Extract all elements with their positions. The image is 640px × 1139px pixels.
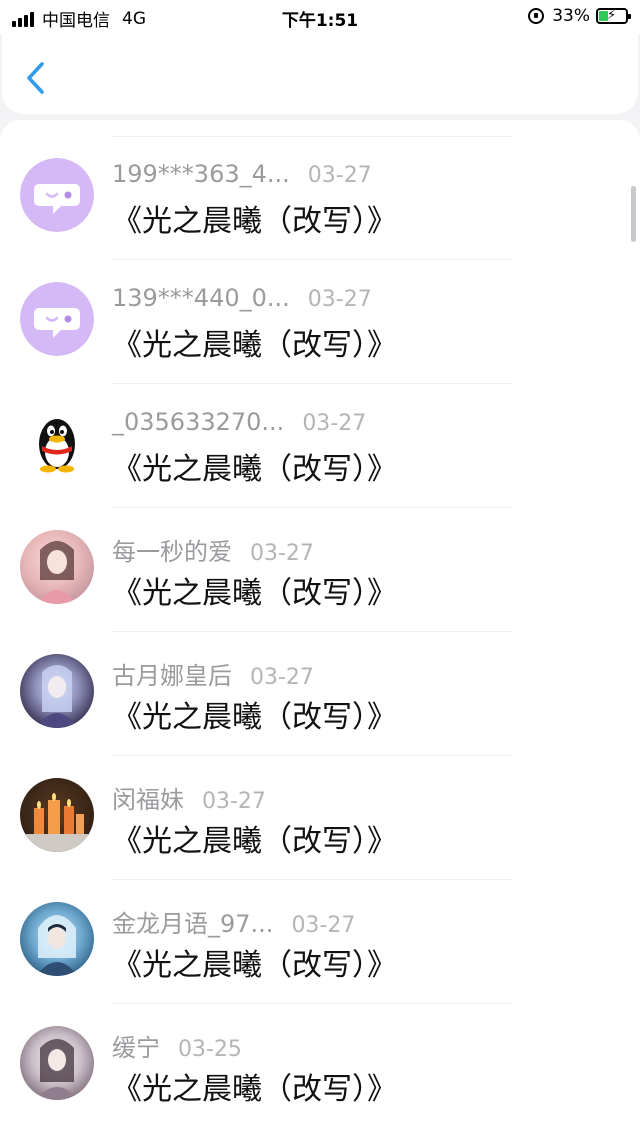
book-title[interactable]: 《光之晨曦（改写）》 [112, 196, 397, 240]
avatar[interactable] [20, 530, 94, 604]
back-chevron-icon[interactable] [22, 60, 52, 96]
date: 03-27 [250, 541, 314, 566]
battery-icon: ⚡ [596, 8, 631, 24]
item-meta: 闵福妹 03-27 [112, 780, 266, 815]
status-bar: 中国电信 4G 下午1:51 33% ⚡ [0, 0, 640, 34]
date: 03-27 [307, 163, 372, 188]
username: 闵福妹 [112, 786, 184, 814]
list-item[interactable]: _035633270... 03-27 《光之晨曦（改写）》 [0, 384, 640, 508]
list-item[interactable]: 古月娜皇后 03-27 《光之晨曦（改写）》 [0, 632, 640, 756]
list-item[interactable]: 199***363_4... 03-27 《光之晨曦（改写）》 [0, 136, 640, 260]
list-item[interactable]: 金龙月语_97... 03-27 《光之晨曦（改写）》 [0, 880, 640, 1004]
avatar[interactable] [20, 902, 94, 976]
username: 缓宁 [112, 1034, 160, 1062]
username: 金龙月语_97... [112, 910, 274, 938]
item-meta: 139***440_0... 03-27 [112, 284, 372, 312]
list-item[interactable]: 缓宁 03-25 《光之晨曦（改写）》 [0, 1004, 640, 1128]
date: 03-27 [302, 411, 367, 436]
item-meta: _035633270... 03-27 [112, 408, 366, 436]
avatar[interactable] [20, 1026, 94, 1100]
book-title[interactable]: 《光之晨曦（改写）》 [112, 692, 397, 736]
chat-bubble-icon [20, 158, 94, 232]
avatar[interactable] [20, 654, 94, 728]
username: 139***440_0... [112, 284, 290, 312]
reader-list[interactable]: 199***363_4... 03-27 《光之晨曦（改写）》 139***44… [0, 120, 640, 1139]
item-meta: 每一秒的爱 03-27 [112, 532, 314, 567]
penguin-icon [20, 406, 94, 480]
list-item[interactable]: 每一秒的爱 03-27 《光之晨曦（改写）》 [0, 508, 640, 632]
item-meta: 199***363_4... 03-27 [112, 160, 372, 188]
book-title[interactable]: 《光之晨曦（改写）》 [112, 320, 397, 364]
avatar[interactable] [20, 778, 94, 852]
character-photo [36, 1039, 78, 1100]
character-photo [38, 541, 76, 604]
rotation-lock-icon [528, 8, 545, 24]
item-meta: 缓宁 03-25 [112, 1028, 242, 1063]
date: 03-27 [307, 287, 372, 312]
date: 03-27 [291, 913, 356, 938]
candles-photo [26, 793, 88, 852]
username: 199***363_4... [112, 160, 290, 188]
date: 03-27 [250, 665, 314, 690]
username: 古月娜皇后 [112, 662, 232, 690]
avatar[interactable] [20, 282, 94, 356]
character-photo [36, 665, 78, 728]
item-meta: 金龙月语_97... 03-27 [112, 904, 355, 939]
list-item[interactable]: 闵福妹 03-27 《光之晨曦（改写）》 [0, 756, 640, 880]
username: 每一秒的爱 [112, 538, 232, 566]
item-meta: 古月娜皇后 03-27 [112, 656, 314, 691]
avatar[interactable] [20, 158, 94, 232]
battery-percent: 33% [552, 6, 590, 26]
date: 03-25 [178, 1037, 242, 1062]
date: 03-27 [202, 789, 266, 814]
book-title[interactable]: 《光之晨曦（改写）》 [112, 940, 397, 984]
character-photo [36, 915, 78, 976]
status-right: 33% ⚡ [528, 6, 631, 26]
username: _035633270... [112, 408, 285, 436]
book-title[interactable]: 《光之晨曦（改写）》 [112, 444, 397, 488]
navigation-bar [2, 34, 638, 114]
list-item[interactable]: 139***440_0... 03-27 《光之晨曦（改写）》 [0, 260, 640, 384]
book-title[interactable]: 《光之晨曦（改写）》 [112, 1064, 397, 1108]
chat-bubble-icon [20, 282, 94, 356]
book-title[interactable]: 《光之晨曦（改写）》 [112, 816, 397, 860]
book-title[interactable]: 《光之晨曦（改写）》 [112, 568, 397, 612]
avatar[interactable] [20, 406, 94, 480]
